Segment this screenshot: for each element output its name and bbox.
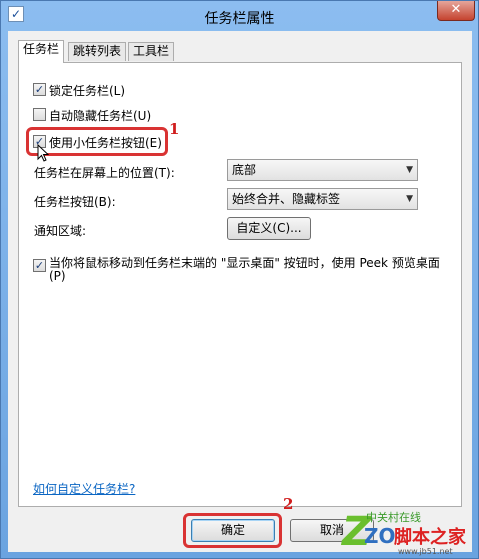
close-button[interactable]: ✕	[437, 1, 475, 21]
location-label: 任务栏在屏幕上的位置(T):	[34, 166, 175, 180]
customize-taskbar-help-link[interactable]: 如何自定义任务栏?	[33, 480, 135, 497]
svg-text:www.jb51.net: www.jb51.net	[398, 547, 453, 556]
callout-number-1: 1	[169, 120, 180, 138]
notification-area-label: 通知区域:	[34, 224, 87, 238]
auto-hide-label: 自动隐藏任务栏(U)	[49, 109, 152, 123]
dropdown-arrow-icon: ▼	[406, 194, 413, 204]
callout-number-2: 2	[283, 495, 294, 513]
auto-hide-checkbox[interactable]	[33, 108, 46, 121]
taskbar-properties-window: ✓ 任务栏属性 ✕ 任务栏 跳转列表 工具栏 ✓ 锁定任务栏(L) 自动隐藏任务…	[0, 0, 479, 559]
location-value: 底部	[232, 163, 257, 177]
tab-jump-lists[interactable]: 跳转列表	[68, 42, 127, 61]
title-bar[interactable]: ✓ 任务栏属性 ✕	[1, 1, 478, 31]
tab-taskbar[interactable]: 任务栏	[18, 40, 65, 63]
buttons-setting-label: 任务栏按钮(B):	[34, 195, 116, 209]
peek-label-line1: 当你将鼠标移动到任务栏末端的 "显示桌面" 按钮时，使用 Peek 预览桌面	[49, 256, 440, 270]
lock-taskbar-checkbox[interactable]: ✓	[33, 83, 46, 96]
svg-text:ZO: ZO	[364, 524, 396, 548]
mouse-pointer-icon	[37, 144, 50, 162]
buttons-setting-dropdown[interactable]: 始终合并、隐藏标签 ▼	[227, 188, 418, 210]
window-title: 任务栏属性	[204, 11, 275, 27]
buttons-setting-value: 始终合并、隐藏标签	[232, 192, 341, 206]
customize-notification-button[interactable]: 自定义(C)...	[227, 217, 311, 240]
svg-text:脚本之家: 脚本之家	[394, 526, 467, 548]
svg-text:中关村在线: 中关村在线	[366, 510, 421, 524]
peek-checkbox[interactable]: ✓	[33, 259, 46, 272]
lock-taskbar-label: 锁定任务栏(L)	[49, 84, 126, 98]
tab-toolbars[interactable]: 工具栏	[128, 42, 175, 61]
tab-panel: ✓ 锁定任务栏(L) 自动隐藏任务栏(U) ✓ 使用小任务栏按钮(E) 1 任务…	[18, 62, 462, 507]
peek-label-line2: (P)	[49, 269, 66, 283]
small-buttons-label: 使用小任务栏按钮(E)	[49, 136, 162, 150]
ok-button[interactable]: 确定	[191, 519, 275, 542]
jb51-watermark-logo: Z 中关村在线 ZO 脚本之家 www.jb51.net	[340, 509, 467, 556]
dialog-client-area: 任务栏 跳转列表 工具栏 ✓ 锁定任务栏(L) 自动隐藏任务栏(U) ✓ 使用小…	[8, 31, 472, 552]
dropdown-arrow-icon: ▼	[406, 165, 413, 175]
location-dropdown[interactable]: 底部 ▼	[227, 159, 418, 181]
